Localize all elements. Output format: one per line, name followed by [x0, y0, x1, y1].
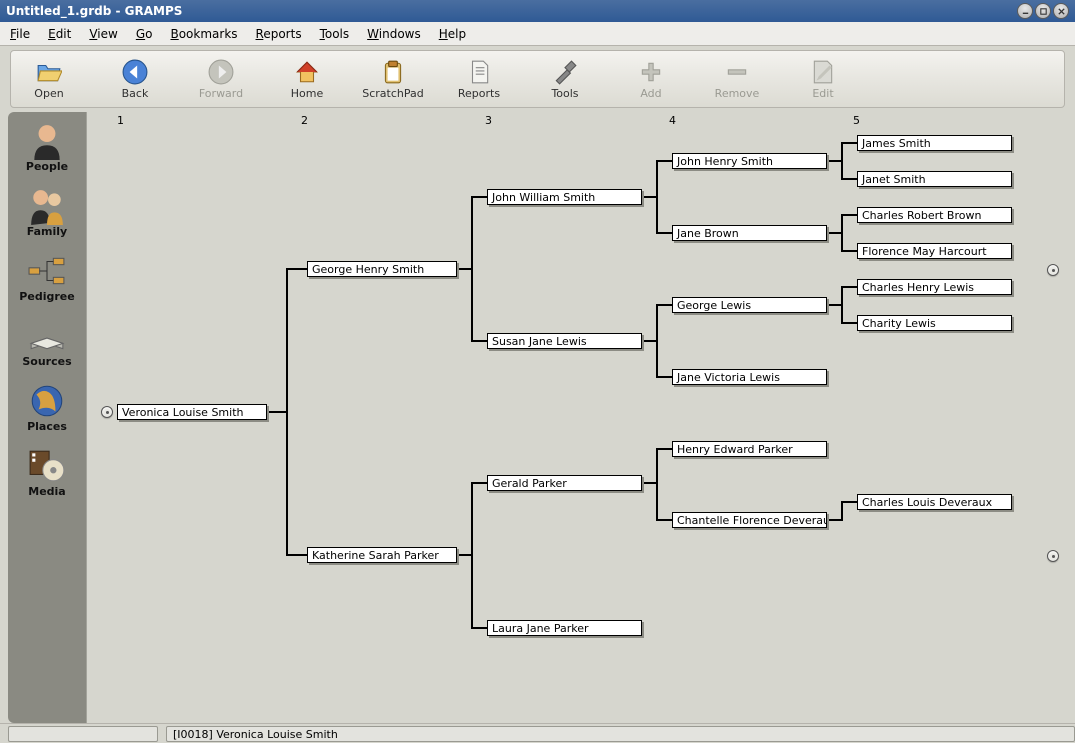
title-bar: Untitled_1.grdb - GRAMPS — [0, 0, 1075, 22]
person-g2a[interactable]: George Henry Smith — [307, 261, 457, 277]
plus-icon — [638, 59, 664, 85]
sidebar-sources-label: Sources — [22, 355, 71, 368]
person-g4d[interactable]: Jane Victoria Lewis — [672, 369, 827, 385]
person-g5f[interactable]: Charity Lewis — [857, 315, 1012, 331]
person-icon — [25, 122, 69, 160]
home-icon — [294, 59, 320, 85]
person-g5c[interactable]: Charles Robert Brown — [857, 207, 1012, 223]
person-g5b[interactable]: Janet Smith — [857, 171, 1012, 187]
remove-button: Remove — [711, 59, 763, 100]
sidebar-item-sources[interactable]: Sources — [8, 313, 86, 372]
window-minimize-icon[interactable] — [1017, 3, 1033, 19]
person-g5g[interactable]: Charles Louis Deveraux — [857, 494, 1012, 510]
pencil-icon — [810, 59, 836, 85]
minus-icon — [724, 59, 750, 85]
menu-windows[interactable]: Windows — [367, 27, 421, 41]
sidebar-item-family[interactable]: Family — [8, 183, 86, 242]
home-button[interactable]: Home — [281, 59, 333, 100]
open-button[interactable]: Open — [23, 59, 75, 100]
status-text: [I0018] Veronica Louise Smith — [166, 726, 1075, 742]
expand-right-upper-button[interactable] — [1047, 264, 1059, 276]
sidebar-family-label: Family — [27, 225, 67, 238]
sidebar-item-media[interactable]: Media — [8, 443, 86, 502]
arrow-right-icon — [208, 59, 234, 85]
gen-header-4: 4 — [669, 114, 676, 127]
menu-tools[interactable]: Tools — [320, 27, 350, 41]
tree-icon — [25, 252, 69, 290]
sidebar: People Family Pedigree Sources Places — [8, 112, 86, 723]
tools-label: Tools — [551, 87, 578, 100]
edit-label: Edit — [812, 87, 833, 100]
sidebar-item-places[interactable]: Places — [8, 378, 86, 437]
person-g4a[interactable]: John Henry Smith — [672, 153, 827, 169]
scratchpad-label: ScratchPad — [362, 87, 424, 100]
forward-button: Forward — [195, 59, 247, 100]
sidebar-item-people[interactable]: People — [8, 118, 86, 177]
window-close-icon[interactable] — [1053, 3, 1069, 19]
home-label: Home — [291, 87, 323, 100]
person-g3a[interactable]: John William Smith — [487, 189, 642, 205]
person-g3c[interactable]: Gerald Parker — [487, 475, 642, 491]
sidebar-people-label: People — [26, 160, 68, 173]
status-bar: [I0018] Veronica Louise Smith — [0, 723, 1075, 743]
back-label: Back — [122, 87, 149, 100]
reports-button[interactable]: Reports — [453, 59, 505, 100]
expand-right-lower-button[interactable] — [1047, 550, 1059, 562]
tools-button[interactable]: Tools — [539, 59, 591, 100]
book-icon — [25, 317, 69, 355]
person-g4c[interactable]: George Lewis — [672, 297, 827, 313]
menu-file[interactable]: File — [10, 27, 30, 41]
clipboard-icon — [380, 59, 406, 85]
menu-view[interactable]: View — [89, 27, 117, 41]
remove-label: Remove — [715, 87, 760, 100]
tools-icon — [552, 59, 578, 85]
person-g5e[interactable]: Charles Henry Lewis — [857, 279, 1012, 295]
folder-open-icon — [36, 59, 62, 85]
menu-go[interactable]: Go — [136, 27, 153, 41]
person-g4e[interactable]: Henry Edward Parker — [672, 441, 827, 457]
person-g3d[interactable]: Laura Jane Parker — [487, 620, 642, 636]
person-g5a[interactable]: James Smith — [857, 135, 1012, 151]
main-area: People Family Pedigree Sources Places — [0, 112, 1075, 723]
person-g4f[interactable]: Chantelle Florence Deveraux — [672, 512, 827, 528]
gen-header-2: 2 — [301, 114, 308, 127]
forward-label: Forward — [199, 87, 243, 100]
menu-help[interactable]: Help — [439, 27, 466, 41]
globe-icon — [25, 382, 69, 420]
gen-header-3: 3 — [485, 114, 492, 127]
add-label: Add — [640, 87, 661, 100]
person-root[interactable]: Veronica Louise Smith — [117, 404, 267, 420]
back-button[interactable]: Back — [109, 59, 161, 100]
window-title: Untitled_1.grdb - GRAMPS — [6, 4, 1017, 18]
progress-pane — [8, 726, 158, 742]
edit-button: Edit — [797, 59, 849, 100]
menu-reports[interactable]: Reports — [256, 27, 302, 41]
menu-edit[interactable]: Edit — [48, 27, 71, 41]
menu-bar: File Edit View Go Bookmarks Reports Tool… — [0, 22, 1075, 46]
gen-header-5: 5 — [853, 114, 860, 127]
open-label: Open — [34, 87, 63, 100]
person-g4b[interactable]: Jane Brown — [672, 225, 827, 241]
sidebar-pedigree-label: Pedigree — [19, 290, 74, 303]
expand-left-button[interactable] — [101, 406, 113, 418]
media-icon — [25, 447, 69, 485]
person-g5d[interactable]: Florence May Harcourt — [857, 243, 1012, 259]
document-icon — [466, 59, 492, 85]
sidebar-places-label: Places — [27, 420, 67, 433]
sidebar-media-label: Media — [28, 485, 65, 498]
scratchpad-button[interactable]: ScratchPad — [367, 59, 419, 100]
window-maximize-icon[interactable] — [1035, 3, 1051, 19]
person-g2b[interactable]: Katherine Sarah Parker — [307, 547, 457, 563]
arrow-left-icon — [122, 59, 148, 85]
add-button: Add — [625, 59, 677, 100]
pedigree-canvas[interactable]: 1 2 3 4 5 — [86, 112, 1067, 723]
menu-bookmarks[interactable]: Bookmarks — [170, 27, 237, 41]
gen-header-1: 1 — [117, 114, 124, 127]
family-icon — [25, 187, 69, 225]
reports-label: Reports — [458, 87, 500, 100]
toolbar: Open Back Forward Home ScratchPad Report… — [10, 50, 1065, 108]
sidebar-item-pedigree[interactable]: Pedigree — [8, 248, 86, 307]
person-g3b[interactable]: Susan Jane Lewis — [487, 333, 642, 349]
